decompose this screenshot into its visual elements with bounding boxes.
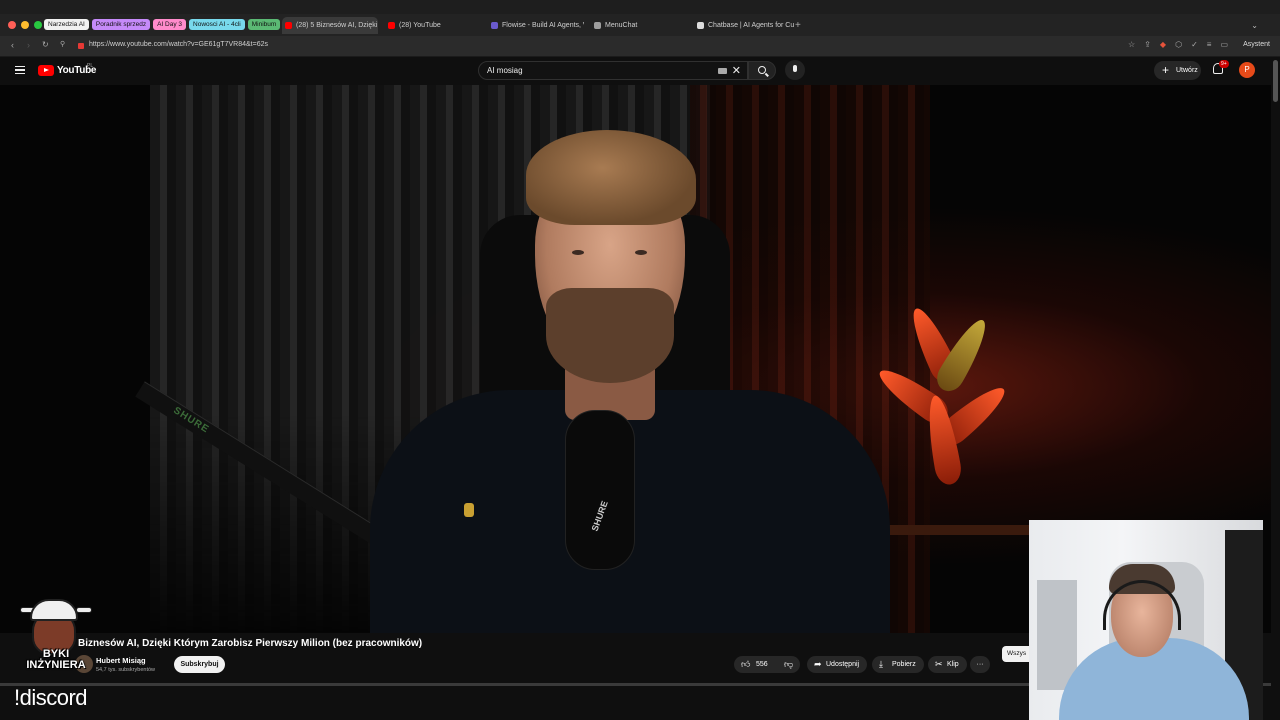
youtube-play-icon	[38, 65, 54, 76]
assistant-button[interactable]: Asystent	[1243, 41, 1270, 48]
clip-button[interactable]: ✂ Klip	[928, 656, 967, 673]
address-bar: ‹ › ↻ ⚲ https://www.youtube.com/watch?v=…	[0, 36, 1280, 57]
subscriber-count: 54,7 tys. subskrybentów	[96, 667, 156, 673]
browser-tab[interactable]: MenuChat	[591, 17, 687, 34]
clip-label: Klip	[947, 661, 959, 668]
browser-tab[interactable]: (28) 5 Biznesów AI, Dzięki K	[282, 17, 378, 34]
site-info-icon[interactable]: ⚲	[60, 40, 65, 48]
search-query: AI mosiag	[487, 66, 523, 75]
minimize-window-button[interactable]	[21, 21, 29, 29]
tab-favicon-icon	[285, 22, 292, 29]
new-tab-button[interactable]: +	[795, 17, 801, 34]
presenter-eye	[572, 250, 584, 255]
account-avatar[interactable]: P	[1239, 62, 1255, 78]
page-scrollbar[interactable]	[1271, 57, 1280, 720]
screen: Narzedzia AI Poradnik sprzedz AI Day 3 Nowo…	[0, 0, 1280, 720]
chat-command-overlay: !discord	[14, 685, 88, 710]
bull-horn-right	[76, 607, 92, 613]
browser-tab[interactable]: Flowise - Build AI Agents, V	[488, 17, 584, 34]
search-button[interactable]	[748, 61, 776, 80]
brand-logo: BYKI INŻYNIERA	[20, 597, 92, 679]
tab-group-chip[interactable]: Narzedzia AI	[44, 19, 89, 30]
shield-icon[interactable]: ✓	[1191, 40, 1198, 49]
tab-label: (28) YouTube	[399, 22, 441, 29]
keyboard-icon[interactable]	[718, 68, 727, 74]
tab-favicon-icon	[491, 22, 498, 29]
reload-icon[interactable]: ↻	[42, 40, 49, 49]
tab-label: (28) 5 Biznesów AI, Dzięki K	[296, 22, 378, 29]
share-button[interactable]: ➦ Udostępnij	[807, 656, 867, 673]
close-window-button[interactable]	[8, 21, 16, 29]
filter-chip-all[interactable]: Wszys	[1002, 646, 1032, 662]
video-title: Biznesów AI, Dzięki Którym Zarobisz Pier…	[78, 638, 423, 649]
search-input[interactable]: AI mosiag ✕	[478, 61, 748, 80]
back-arrow-icon[interactable]: ‹	[11, 40, 14, 50]
scrollbar-thumb[interactable]	[1273, 60, 1278, 102]
bull-helmet	[30, 599, 78, 621]
more-actions-button[interactable]: ···	[970, 656, 990, 673]
sidebar-icon[interactable]: ▭	[1220, 40, 1228, 49]
share-icon[interactable]: ⇪	[1144, 40, 1151, 49]
tab-group-chip[interactable]: Nowosci AI - 4cli	[189, 19, 245, 30]
notifications-badge: 9+	[1219, 60, 1229, 68]
window-controls	[8, 21, 42, 29]
microphone-brand: SHURE	[589, 499, 610, 533]
mac-menubar	[0, 0, 1280, 14]
tab-favicon-icon	[388, 22, 395, 29]
forward-arrow-icon[interactable]: ›	[27, 40, 30, 50]
presenter-hair	[526, 130, 696, 225]
voice-search-button[interactable]	[785, 60, 805, 80]
browser-tab[interactable]: (28) YouTube	[385, 17, 481, 34]
menu-icon[interactable]: ≡	[1207, 40, 1212, 49]
hamburger-menu-icon[interactable]	[15, 66, 25, 74]
download-icon: ⤓	[879, 659, 883, 669]
clear-search-icon[interactable]: ✕	[732, 64, 741, 77]
tab-label: Flowise - Build AI Agents, V	[502, 22, 584, 29]
microphone: SHURE	[565, 410, 635, 570]
dislike-button[interactable]: 👎︎	[778, 656, 800, 673]
tab-label: MenuChat	[605, 22, 638, 29]
search-icon	[758, 66, 766, 74]
tab-group-chip[interactable]: AI Day 3	[153, 19, 187, 30]
extensions-bar: ☆ ⇪ ◆ ⬡ ✓ ≡ ▭	[1128, 40, 1228, 49]
url-field[interactable]: https://www.youtube.com/watch?v=GE61gT7V…	[89, 41, 268, 48]
webcam-overlay	[1029, 520, 1263, 720]
subscribe-button[interactable]: Subskrybuj	[174, 656, 225, 673]
region-code: PL	[87, 63, 94, 69]
presenter-beard	[546, 288, 674, 383]
like-count: 556	[756, 661, 768, 668]
tab-strip: Narzedzia AI Poradnik sprzedz AI Day 3 Nowo…	[0, 14, 1280, 36]
channel-name[interactable]: Hubert Misiąg	[96, 656, 146, 665]
tab-groups: Narzedzia AI Poradnik sprzedz AI Day 3 Nowo…	[44, 19, 281, 30]
download-label: Pobierz	[892, 661, 916, 668]
share-label: Udostępnij	[826, 661, 860, 668]
tab-search-chevron-icon[interactable]: ⌄	[1251, 21, 1258, 30]
youtube-favicon-icon	[78, 43, 84, 49]
share-arrow-icon: ➦	[814, 659, 822, 669]
thumbs-down-icon: 👎︎	[784, 659, 794, 669]
browser-tab[interactable]: Chatbase | AI Agents for Cu	[694, 17, 794, 34]
like-button[interactable]: 👍︎ 556	[734, 656, 779, 673]
tab-favicon-icon	[594, 22, 601, 29]
extension-icon[interactable]: ◆	[1160, 40, 1166, 49]
presenter: SHURE	[350, 110, 910, 633]
youtube-header: YouTube PL AI mosiag ✕ Utwórz 9+ P	[0, 57, 1280, 85]
create-button[interactable]: Utwórz	[1154, 61, 1201, 80]
brand-logo-text: BYKI INŻYNIERA	[26, 648, 86, 671]
thumbs-up-icon: 👍︎	[741, 659, 751, 669]
bookmark-star-icon[interactable]: ☆	[1128, 40, 1135, 49]
tab-group-chip[interactable]: Poradnik sprzedz	[91, 19, 151, 30]
presenter-eye	[635, 250, 647, 255]
tab-favicon-icon	[697, 22, 704, 29]
tab-label: Chatbase | AI Agents for Cu	[708, 22, 794, 29]
puzzle-icon[interactable]: ⬡	[1175, 40, 1182, 49]
scissors-icon: ✂	[935, 659, 943, 669]
maximize-window-button[interactable]	[34, 21, 42, 29]
tab-group-chip[interactable]: Minibum	[247, 19, 281, 30]
download-button[interactable]: ⤓ Pobierz	[872, 656, 924, 673]
mic-ring	[464, 503, 474, 517]
